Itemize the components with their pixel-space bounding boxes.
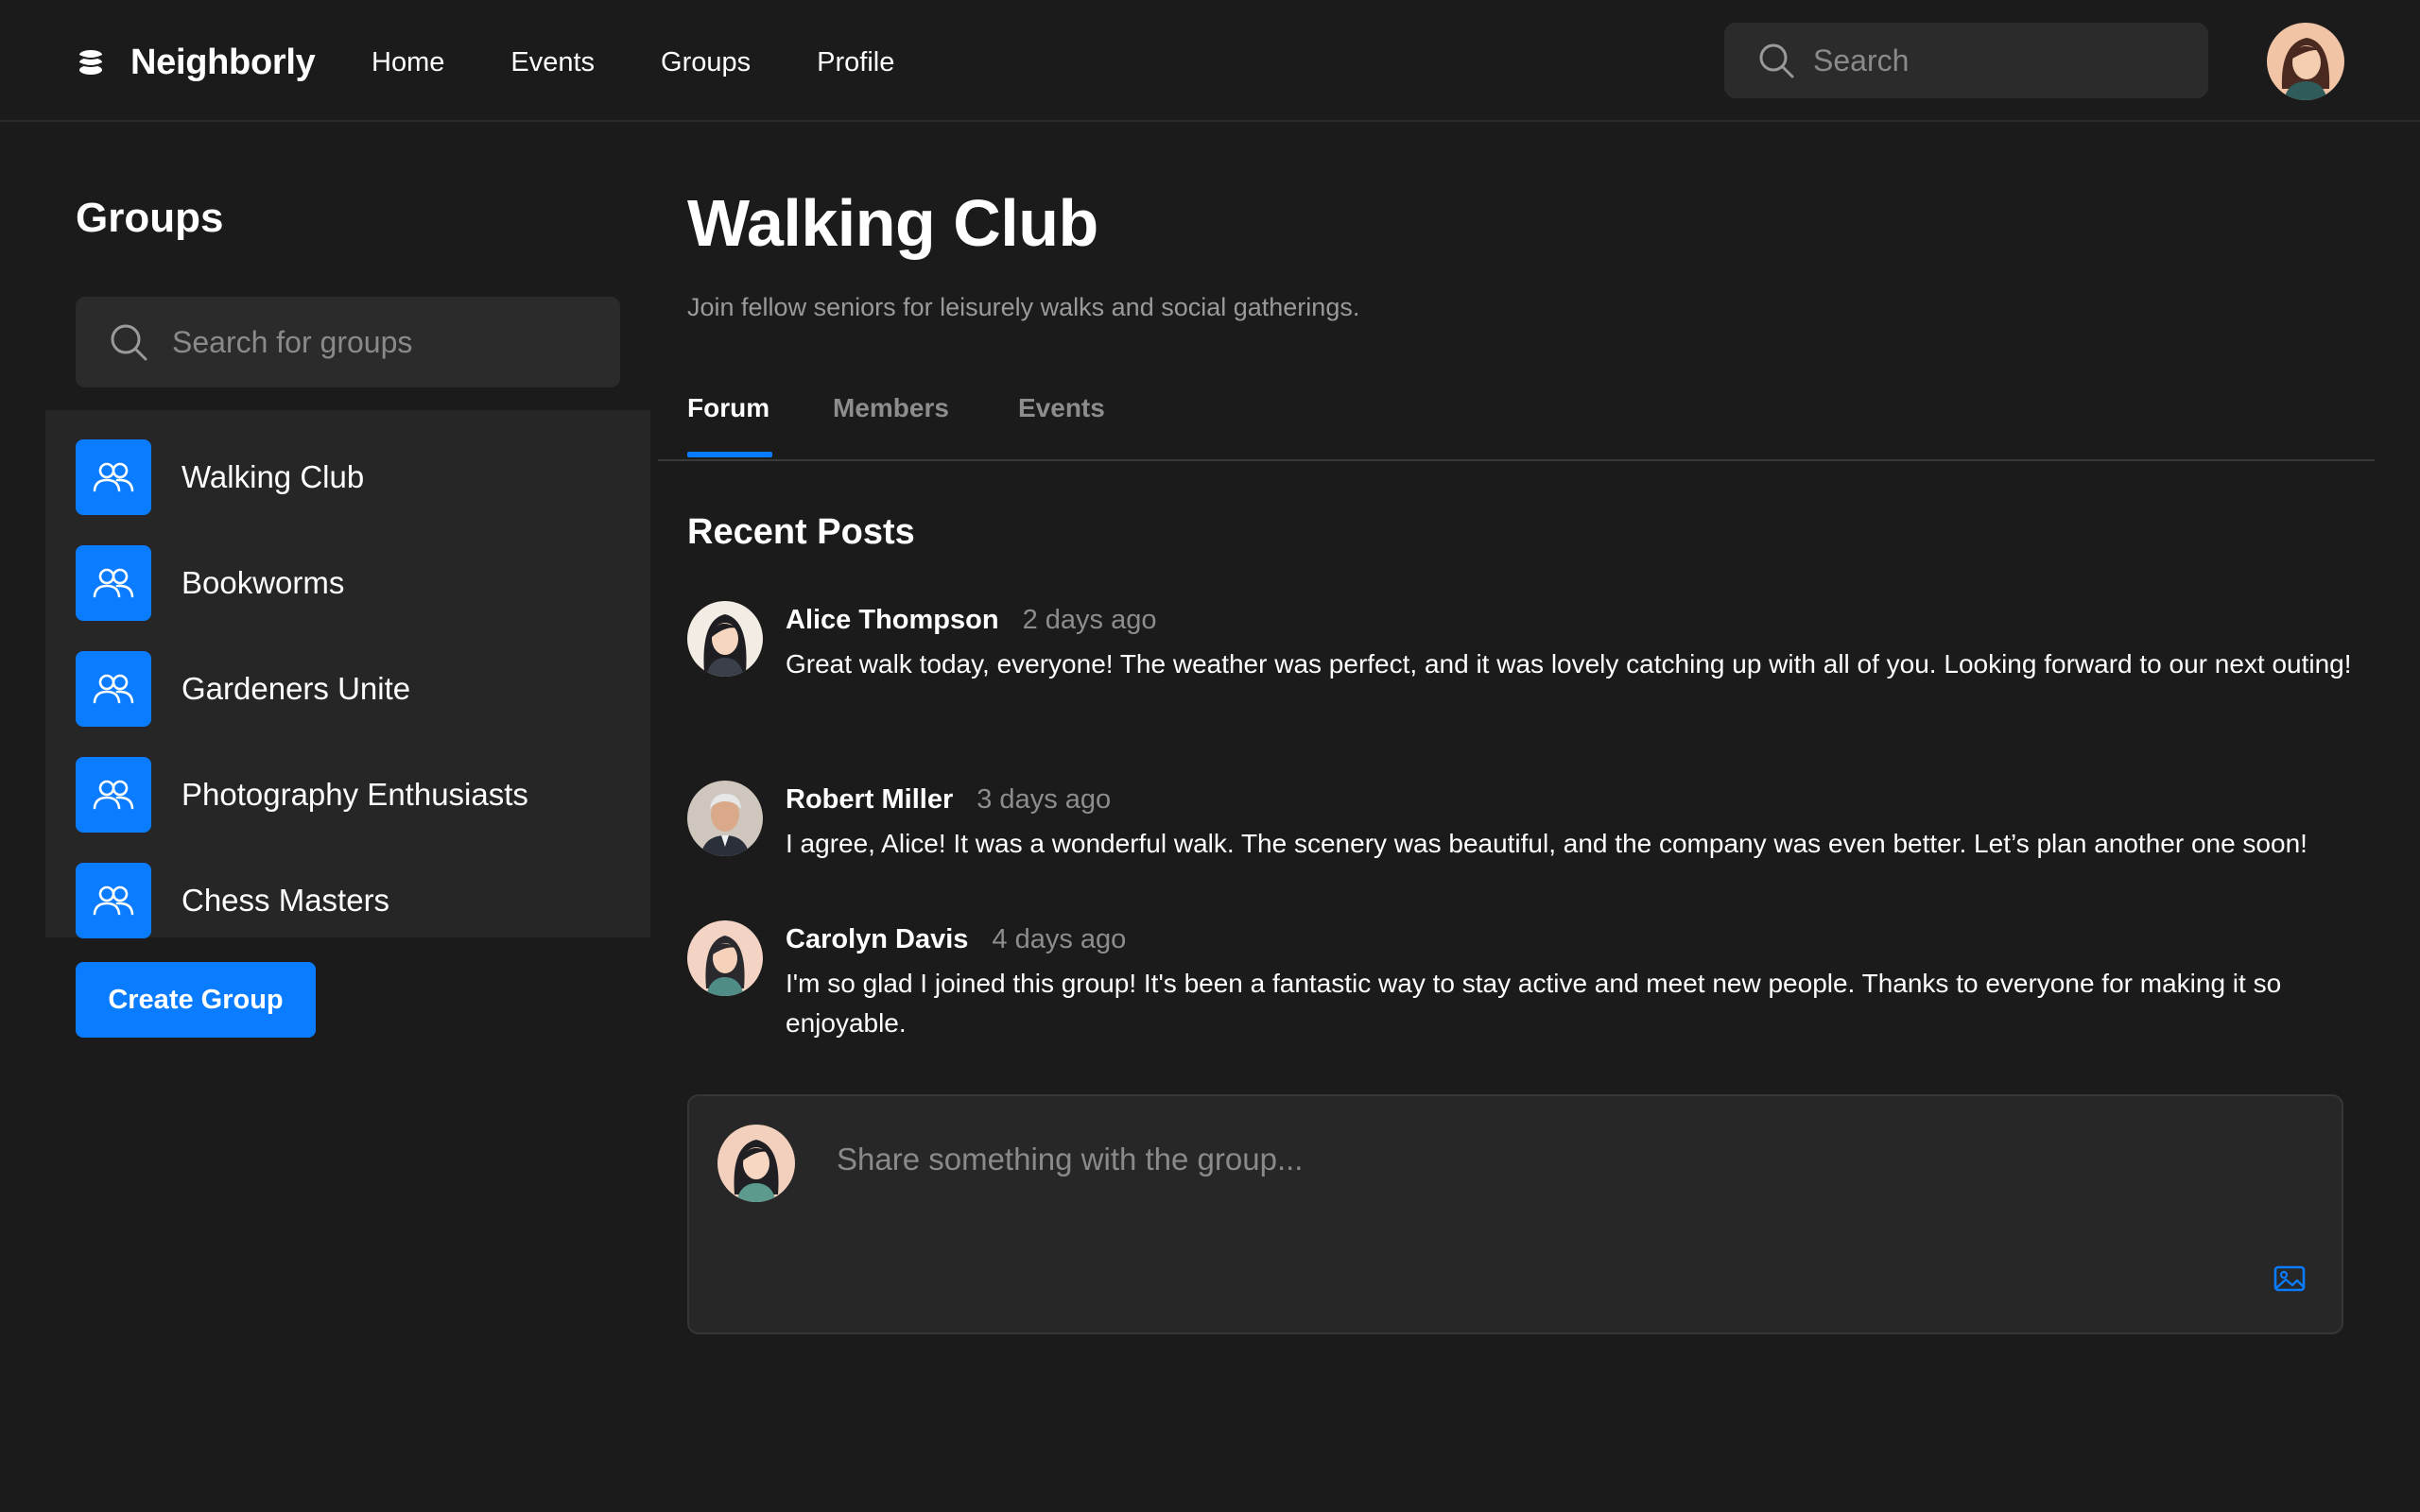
search-icon	[111, 324, 147, 361]
group-search-box	[76, 297, 620, 387]
group-icon-badge	[76, 757, 151, 833]
composer-input[interactable]	[837, 1142, 2273, 1236]
post-item: Carolyn Davis 4 days ago I'm so glad I j…	[687, 920, 2351, 1053]
group-item-walking-club[interactable]: Walking Club	[45, 424, 650, 530]
brand-name: Neighborly	[130, 42, 316, 82]
stack-logo-icon	[78, 50, 103, 75]
avatar-woman-icon	[717, 1125, 795, 1202]
group-name: Bookworms	[182, 565, 345, 600]
attach-image-button[interactable]	[2266, 1255, 2313, 1302]
user-avatar[interactable]	[2267, 23, 2344, 100]
group-item-chess-masters[interactable]: Chess Masters	[45, 848, 650, 954]
group-item-gardeners-unite[interactable]: Gardeners Unite	[45, 636, 650, 742]
nav-home-link[interactable]: Home	[372, 47, 444, 78]
group-item-photography-enthusiasts[interactable]: Photography Enthusiasts	[45, 742, 650, 848]
group-name: Gardeners Unite	[182, 671, 411, 706]
nav-profile-link[interactable]: Profile	[817, 47, 894, 78]
group-tabs: Forum Members Events	[658, 370, 2375, 461]
nav-events-link[interactable]: Events	[510, 47, 595, 78]
group-icon-badge	[76, 439, 151, 515]
group-icon-badge	[76, 545, 151, 621]
composer-avatar	[717, 1125, 795, 1202]
post-author-avatar[interactable]	[687, 920, 763, 996]
post-header: Alice Thompson 2 days ago	[786, 605, 1156, 636]
post-author[interactable]: Robert Miller	[786, 784, 953, 816]
brand[interactable]: Neighborly	[76, 38, 316, 87]
create-group-button[interactable]: Create Group	[76, 962, 316, 1038]
users-icon	[93, 462, 134, 492]
top-navigation-bar: Neighborly Home Events Groups Profile	[0, 0, 2420, 122]
post-author[interactable]: Alice Thompson	[786, 605, 999, 636]
post-timestamp: 4 days ago	[992, 924, 1127, 954]
avatar-woman-icon	[2267, 23, 2344, 100]
avatar-woman-icon	[687, 601, 763, 677]
post-composer	[687, 1094, 2343, 1334]
tab-members[interactable]: Members	[833, 393, 949, 461]
group-name: Photography Enthusiasts	[182, 777, 528, 812]
search-icon	[1759, 43, 1794, 78]
group-description: Join fellow seniors for leisurely walks …	[687, 293, 1360, 321]
group-name: Walking Club	[182, 459, 365, 494]
top-search-input[interactable]	[1813, 43, 2172, 78]
post-author-avatar[interactable]	[687, 781, 763, 856]
post-timestamp: 3 days ago	[977, 784, 1112, 815]
post-item: Alice Thompson 2 days ago Great walk tod…	[687, 601, 2352, 733]
group-item-bookworms[interactable]: Bookworms	[45, 530, 650, 636]
post-header: Robert Miller 3 days ago	[786, 784, 1111, 816]
sidebar-title: Groups	[76, 195, 224, 241]
group-title: Walking Club	[687, 186, 1098, 260]
users-icon	[93, 780, 134, 810]
tab-events[interactable]: Events	[1018, 393, 1105, 461]
post-author-avatar[interactable]	[687, 601, 763, 677]
post-timestamp: 2 days ago	[1022, 605, 1157, 635]
group-icon-badge	[76, 863, 151, 938]
post-body: I agree, Alice! It was a wonderful walk.…	[786, 829, 2308, 858]
post-body: I'm so glad I joined this group! It's be…	[786, 969, 2282, 1038]
post-author[interactable]: Carolyn Davis	[786, 924, 968, 955]
group-list: Walking Club Bookworms Gardeners Unite P…	[45, 410, 650, 938]
image-icon	[2273, 1265, 2306, 1292]
recent-posts-heading: Recent Posts	[687, 512, 915, 552]
top-search-box	[1724, 23, 2208, 98]
users-icon	[93, 885, 134, 916]
main-nav: Home Events Groups Profile	[372, 38, 960, 87]
group-search-input[interactable]	[172, 324, 588, 360]
avatar-man-icon	[687, 781, 763, 856]
group-name: Chess Masters	[182, 883, 390, 918]
users-icon	[93, 674, 134, 704]
avatar-woman-icon	[687, 920, 763, 996]
post-header: Carolyn Davis 4 days ago	[786, 924, 1126, 955]
nav-groups-link[interactable]: Groups	[661, 47, 751, 78]
post-item: Robert Miller 3 days ago I agree, Alice!…	[687, 781, 2351, 875]
active-tab-indicator	[687, 452, 772, 457]
group-icon-badge	[76, 651, 151, 727]
users-icon	[93, 568, 134, 598]
post-body: Great walk today, everyone! The weather …	[786, 649, 2352, 679]
